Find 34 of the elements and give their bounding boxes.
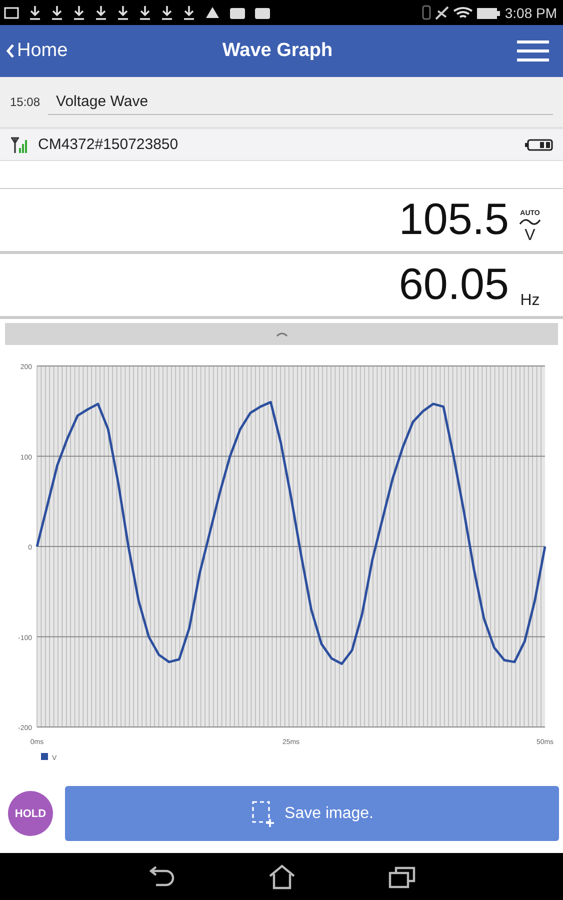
clock-time: 3:08 PM: [504, 4, 557, 20]
back-icon[interactable]: [148, 864, 176, 888]
signal-antenna-icon: [10, 136, 28, 154]
save-image-button[interactable]: Save image.: [65, 786, 559, 841]
home-icon[interactable]: [268, 864, 296, 890]
download-icon: [29, 5, 41, 20]
download-icon: [95, 5, 107, 20]
phone-icon: [422, 5, 431, 20]
reading-unit: V: [524, 227, 536, 245]
download-icon: [73, 5, 85, 20]
reading-value: 60.05: [398, 260, 509, 310]
record-name-field[interactable]: Voltage Wave: [48, 89, 553, 115]
download-icon: [139, 5, 151, 20]
record-time: 15:08: [10, 95, 40, 109]
reading-unit: Hz: [520, 292, 540, 310]
warning-icon: [205, 6, 220, 19]
chevron-left-icon: [6, 44, 14, 58]
wifi-icon: [452, 6, 473, 19]
screen-title: Wave Graph: [222, 40, 333, 62]
chevron-up-icon: [276, 331, 288, 337]
recent-apps-icon[interactable]: [388, 864, 416, 888]
battery-icon: [525, 138, 553, 150]
home-back-link[interactable]: Home: [6, 40, 68, 62]
hold-button[interactable]: HOLD: [8, 791, 53, 836]
download-icon: [161, 5, 173, 20]
menu-icon[interactable]: [517, 40, 549, 62]
device-name: CM4372#150723850: [38, 136, 180, 153]
dashed-frame-plus-icon: [250, 800, 275, 828]
reading-value: 105.5: [398, 195, 509, 245]
download-icon: [51, 5, 63, 20]
battery-icon: [476, 6, 501, 18]
download-icon: [183, 5, 195, 20]
image-icon: [4, 6, 19, 18]
download-icon: [117, 5, 129, 20]
